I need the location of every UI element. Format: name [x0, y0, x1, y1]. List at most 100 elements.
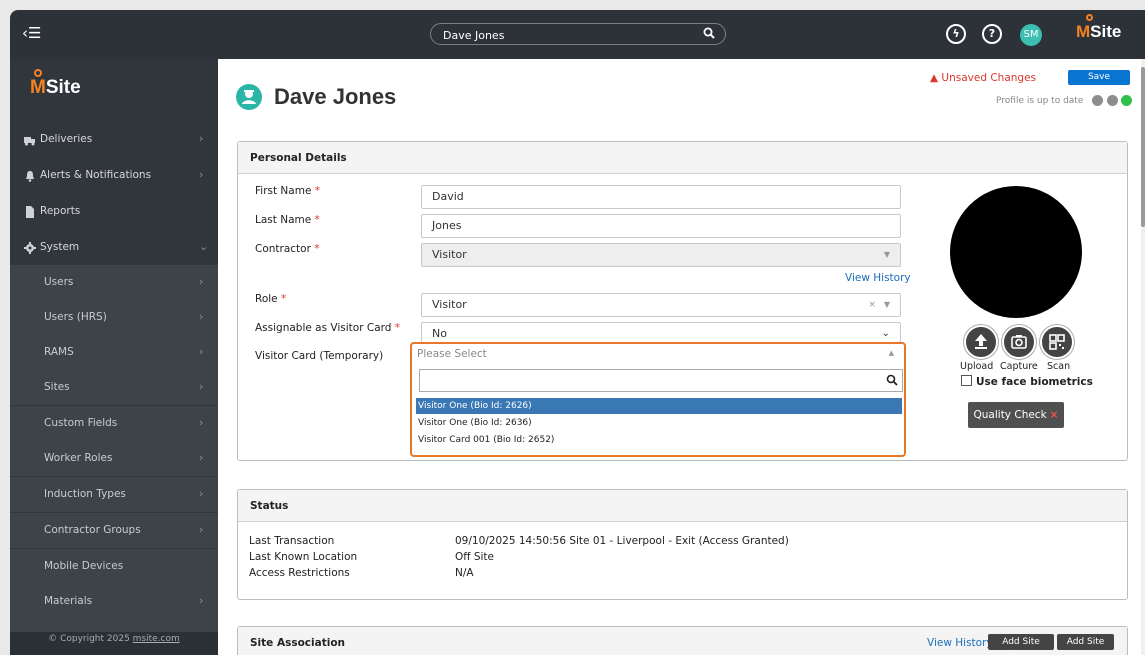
- chevron-right-icon: ›: [199, 523, 204, 536]
- chevron-right-icon: ›: [199, 310, 204, 323]
- panel-title: Status: [250, 500, 289, 512]
- worker-icon: [236, 84, 262, 110]
- sidebar-subitem-custom-fields[interactable]: Custom Fields ›: [10, 406, 218, 441]
- caret-up-icon[interactable]: ▲: [889, 349, 894, 357]
- face-biometrics-checkbox[interactable]: Use face biometrics: [961, 375, 1093, 388]
- capture-button[interactable]: [1002, 325, 1036, 359]
- contractor-value: Visitor: [432, 248, 467, 261]
- chevron-right-icon: ›: [199, 487, 204, 500]
- assignable-value: No: [432, 327, 447, 340]
- save-changes-button[interactable]: Save Changes: [1068, 70, 1130, 97]
- chevron-right-icon: ›: [199, 380, 204, 393]
- status-panel: Status Last Transaction 09/10/2025 14:50…: [237, 489, 1128, 600]
- status-dot-2: [1107, 95, 1118, 106]
- sidebar-subitem-materials[interactable]: Materials ›: [10, 584, 218, 632]
- chevron-right-icon: ›: [199, 594, 204, 607]
- dropdown-search-input[interactable]: [419, 369, 903, 392]
- sidebar-subitem-mobile-devices[interactable]: Mobile Devices: [10, 549, 218, 584]
- sidebar-item-label: System: [40, 241, 80, 253]
- sidebar-subitem-label: Worker Roles: [44, 452, 113, 464]
- dropdown-option[interactable]: Visitor One (Bio Id: 2626): [416, 398, 902, 414]
- dropdown-option[interactable]: Visitor Card 001 (Bio Id: 2652): [416, 432, 902, 448]
- upload-button[interactable]: [964, 325, 998, 359]
- profile-status-text: Profile is up to date: [996, 96, 1084, 106]
- chevron-right-icon: ›: [199, 416, 204, 429]
- sidebar-subitem-rams[interactable]: RAMS ›: [10, 335, 218, 370]
- sidebar-item-label: Deliveries: [40, 133, 93, 145]
- gear-icon: [24, 242, 36, 254]
- clear-icon[interactable]: ×: [868, 294, 876, 316]
- sidebar-subitem-worker-roles[interactable]: Worker Roles ›: [10, 441, 218, 476]
- upload-label: Upload: [960, 361, 994, 372]
- add-site-group-button[interactable]: Add Site Group: [988, 634, 1054, 655]
- copyright-link[interactable]: msite.com: [133, 634, 180, 644]
- caret-down-icon[interactable]: ▼: [884, 294, 890, 316]
- status-dot-1: [1092, 95, 1103, 106]
- scrollbar-thumb[interactable]: [1141, 67, 1145, 227]
- sidebar-item-deliveries[interactable]: Deliveries ›: [10, 122, 218, 157]
- status-label: Last Transaction: [249, 535, 335, 547]
- scan-button[interactable]: [1040, 325, 1074, 359]
- sidebar-subitem-sites[interactable]: Sites ›: [10, 370, 218, 405]
- global-search[interactable]: [430, 23, 726, 45]
- contractor-label: Contractor *: [255, 243, 320, 255]
- sidebar-subitem-label: RAMS: [44, 346, 74, 358]
- app-window: ‹☰ ϟ ? SM MSite MSite Deliveries › Alert…: [10, 10, 1145, 655]
- visitor-card-placeholder[interactable]: Please Select: [417, 348, 487, 360]
- sidebar-subitem-users[interactable]: Users ›: [10, 265, 218, 300]
- status-value: Off Site: [455, 551, 494, 563]
- sidebar-subitem-label: Custom Fields: [44, 417, 118, 429]
- file-icon: [26, 206, 34, 218]
- checkbox-icon[interactable]: [961, 375, 972, 386]
- status-label: Access Restrictions: [249, 567, 350, 579]
- user-avatar[interactable]: SM: [1020, 24, 1042, 46]
- chevron-right-icon: ›: [199, 275, 204, 288]
- logo-person-icon: [34, 69, 42, 77]
- sidebar-item-label: Alerts & Notifications: [40, 169, 152, 181]
- add-site-button[interactable]: Add Site: [1057, 634, 1114, 650]
- visitor-card-label: Visitor Card (Temporary): [255, 350, 384, 362]
- lightning-icon[interactable]: ϟ: [946, 24, 966, 44]
- quality-check-button[interactable]: Quality Check ×: [968, 402, 1064, 428]
- unsaved-changes-alert: ▲ Unsaved Changes: [930, 72, 1036, 84]
- status-value: 09/10/2025 14:50:56 Site 01 - Liverpool …: [455, 535, 789, 547]
- biometrics-label: Use face biometrics: [976, 376, 1093, 388]
- sidebar-item-reports[interactable]: Reports: [10, 194, 218, 229]
- help-icon[interactable]: ?: [982, 24, 1002, 44]
- view-history-link[interactable]: View History: [845, 272, 911, 284]
- sidebar-item-label: Reports: [40, 205, 81, 217]
- sidebar-subitem-contractor-groups[interactable]: Contractor Groups ›: [10, 513, 218, 548]
- sidebar-subitem-label: Contractor Groups: [44, 524, 141, 536]
- panel-header: Personal Details: [238, 142, 1127, 174]
- menu-toggle-icon[interactable]: ‹☰: [22, 24, 41, 42]
- status-dot-3: [1121, 95, 1132, 106]
- scan-label: Scan: [1047, 361, 1071, 372]
- first-name-field[interactable]: David: [421, 185, 901, 209]
- sidebar-subitem-label: Mobile Devices: [44, 560, 124, 572]
- sidebar-subitem-induction-types[interactable]: Induction Types ›: [10, 477, 218, 512]
- chevron-right-icon: ›: [199, 451, 204, 464]
- sidebar-subitem-label: Users: [44, 276, 74, 288]
- truck-icon: [24, 137, 35, 146]
- visitor-card-dropdown[interactable]: Please Select ▲ Visitor One (Bio Id: 262…: [410, 342, 906, 457]
- last-name-label: Last Name *: [255, 214, 320, 226]
- search-input[interactable]: [441, 26, 695, 44]
- capture-label: Capture: [1000, 361, 1038, 372]
- contractor-select[interactable]: Visitor ▼: [421, 243, 901, 267]
- logo-m: M: [30, 77, 46, 98]
- role-select[interactable]: Visitor × ▼: [421, 293, 901, 317]
- bell-icon: [26, 171, 34, 182]
- copyright: © Copyright 2025 msite.com: [10, 632, 218, 655]
- qr-code-icon: [1049, 334, 1065, 350]
- sidebar-subitem-users-hrs[interactable]: Users (HRS) ›: [10, 300, 218, 335]
- caret-down-icon: ▼: [883, 250, 890, 259]
- last-name-field[interactable]: Jones: [421, 214, 901, 238]
- top-bar: ‹☰ ϟ ? SM MSite: [10, 10, 1145, 59]
- dropdown-option[interactable]: Visitor One (Bio Id: 2636): [416, 415, 902, 431]
- sidebar-item-system[interactable]: System ⌄: [10, 230, 218, 265]
- first-name-label: First Name *: [255, 185, 321, 197]
- view-history-link[interactable]: View History: [927, 637, 993, 649]
- role-label: Role *: [255, 293, 287, 305]
- sidebar-item-alerts[interactable]: Alerts & Notifications ›: [10, 158, 218, 193]
- search-icon[interactable]: [703, 27, 715, 39]
